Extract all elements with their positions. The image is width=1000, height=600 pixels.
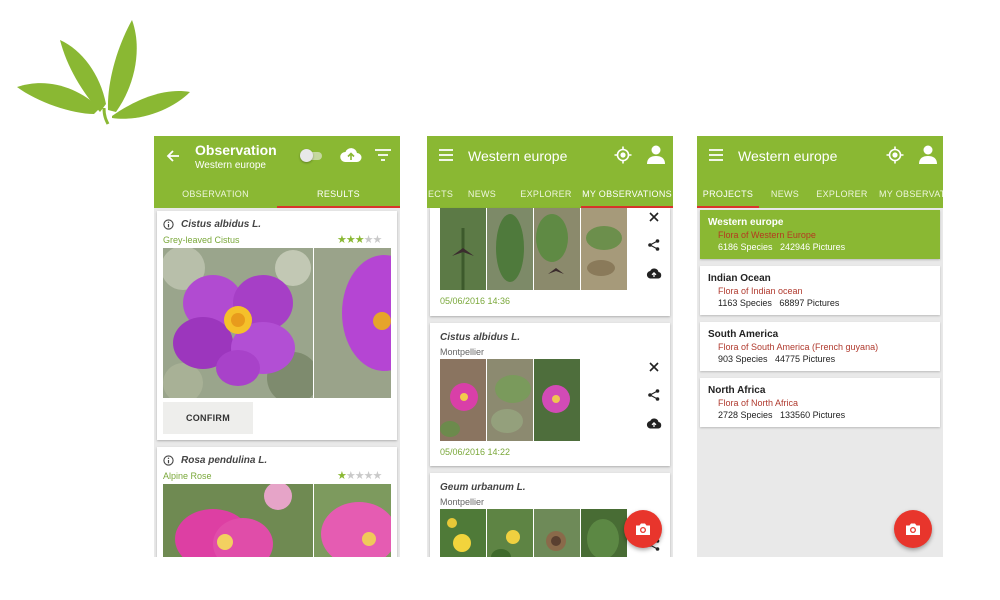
cloud-upload-icon[interactable] (646, 267, 662, 279)
project-flora: Flora of Western Europe (718, 230, 816, 240)
account-icon[interactable] (918, 145, 938, 164)
rating-stars: ★★★★★ (337, 470, 382, 482)
flower-photo[interactable] (314, 484, 391, 557)
close-icon[interactable] (649, 362, 659, 372)
observation-location: Montpellier (440, 497, 485, 507)
tab-news[interactable]: NEWS (759, 180, 811, 208)
project-counts: 1163 Species 68897 Pictures (718, 298, 840, 308)
project-flora: Flora of South America (French guyana) (718, 342, 879, 352)
common-name: Alpine Rose (163, 471, 212, 481)
project-item[interactable]: North Africa Flora of North Africa 2728 … (700, 378, 940, 427)
observation-photo[interactable] (581, 509, 627, 557)
app-bar: Western europe PROJECTS NEWS EXPLORER MY… (697, 136, 943, 208)
rating-stars: ★★★★★ (337, 234, 382, 246)
observation-date: 05/06/2016 14:36 (440, 296, 511, 306)
my-location-icon[interactable] (614, 146, 632, 164)
page-subtitle: Western europe (195, 160, 266, 171)
tab-my-observations[interactable]: MY OBSERVATI (873, 180, 943, 208)
common-name: Grey-leaved Cistus (163, 235, 240, 245)
tab-results[interactable]: RESULTS (277, 180, 400, 208)
cloud-upload-icon[interactable] (340, 147, 362, 163)
observation-photo[interactable] (487, 509, 533, 557)
toggle-switch[interactable] (300, 149, 322, 162)
close-icon[interactable] (649, 212, 659, 222)
camera-icon (636, 523, 650, 535)
menu-icon[interactable] (439, 149, 453, 161)
project-item[interactable]: Western europe Flora of Western Europe 6… (700, 210, 940, 259)
camera-fab[interactable] (624, 510, 662, 548)
project-counts: 903 Species 44775 Pictures (718, 354, 836, 364)
info-icon[interactable] (163, 219, 174, 230)
cloud-upload-icon[interactable] (646, 417, 662, 429)
project-counts: 2728 Species 133560 Pictures (718, 410, 846, 420)
tab-explorer[interactable]: EXPLORER (511, 180, 581, 208)
project-name: Western europe (708, 217, 784, 228)
observation-date: 05/06/2016 14:22 (440, 447, 511, 457)
flower-photo[interactable] (314, 248, 391, 398)
flower-photo[interactable] (163, 484, 313, 557)
flower-photo[interactable] (163, 248, 313, 398)
my-location-icon[interactable] (886, 146, 904, 164)
observation-photo[interactable] (534, 208, 580, 290)
project-flora: Flora of North Africa (718, 398, 799, 408)
result-card[interactable]: Cistus albidus L. Grey-leaved Cistus ★★★… (157, 211, 397, 440)
scientific-name: Cistus albidus L. (181, 219, 262, 230)
info-icon[interactable] (163, 455, 174, 466)
project-name: Indian Ocean (708, 273, 771, 284)
toggle-knob (300, 149, 313, 162)
observation-photo[interactable] (581, 208, 627, 290)
app-bar: Observation Western europe OBSERVATION R… (154, 136, 400, 208)
scientific-name: Geum urbanum L. (440, 482, 526, 493)
project-name: North Africa (708, 385, 766, 396)
page-title: Western europe (468, 148, 568, 164)
share-icon[interactable] (648, 389, 660, 401)
observation-photo[interactable] (440, 359, 486, 441)
observation-photo[interactable] (440, 509, 486, 557)
observation-photo[interactable] (534, 509, 580, 557)
camera-fab[interactable] (894, 510, 932, 548)
tab-projects[interactable]: PROJECTS (697, 180, 759, 208)
tab-projects[interactable]: ECTS (427, 180, 453, 208)
observation-location: Montpellier (440, 347, 485, 357)
observation-photo[interactable] (487, 208, 533, 290)
confirm-button[interactable]: CONFIRM (163, 402, 253, 434)
project-item[interactable]: Indian Ocean Flora of Indian ocean 1163 … (700, 266, 940, 315)
share-icon[interactable] (648, 239, 660, 251)
observation-photo[interactable] (440, 208, 486, 290)
observation-screen: Observation Western europe OBSERVATION R… (154, 136, 400, 557)
tab-my-observations[interactable]: MY OBSERVATIONS (581, 180, 673, 208)
projects-screen: Western europe PROJECTS NEWS EXPLORER MY… (697, 136, 943, 557)
page-title: Observation (195, 142, 277, 158)
observation-card[interactable]: 05/06/2016 14:36 (430, 208, 670, 316)
camera-icon (906, 523, 920, 535)
app-bar: Western europe ECTS NEWS EXPLORER MY OBS… (427, 136, 673, 208)
observation-card[interactable]: Cistus albidus L. Montpellier 05/06/2016… (430, 323, 670, 466)
confirm-label: CONFIRM (185, 413, 231, 423)
my-observations-screen: Western europe ECTS NEWS EXPLORER MY OBS… (427, 136, 673, 557)
tab-news[interactable]: NEWS (453, 180, 511, 208)
scientific-name: Cistus albidus L. (440, 332, 521, 343)
menu-icon[interactable] (709, 149, 723, 161)
plantnet-logo (17, 20, 190, 125)
back-arrow-icon[interactable] (166, 149, 180, 163)
scientific-name: Rosa pendulina L. (181, 455, 268, 466)
tab-explorer[interactable]: EXPLORER (811, 180, 873, 208)
account-icon[interactable] (646, 145, 666, 164)
result-card[interactable]: Rosa pendulina L. Alpine Rose ★★★★★ (157, 447, 397, 557)
project-counts: 6186 Species 242946 Pictures (718, 242, 846, 252)
tab-observation[interactable]: OBSERVATION (154, 180, 277, 208)
project-item[interactable]: South America Flora of South America (Fr… (700, 322, 940, 371)
filter-icon[interactable] (375, 149, 391, 161)
observation-photo[interactable] (534, 359, 580, 441)
page-title: Western europe (738, 148, 838, 164)
observation-photo[interactable] (487, 359, 533, 441)
project-name: South America (708, 329, 779, 340)
project-flora: Flora of Indian ocean (718, 286, 803, 296)
